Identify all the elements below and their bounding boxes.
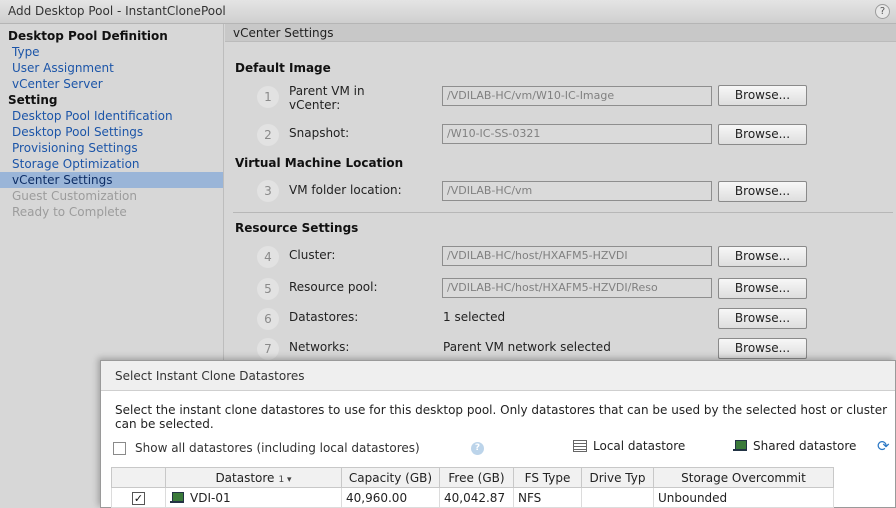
datastore-cell: VDI-01	[165, 487, 342, 508]
nav-item-storage-optimization[interactable]: Storage Optimization	[0, 156, 223, 172]
column-header-drive-type[interactable]: Drive Typ	[581, 467, 654, 488]
show-all-datastores-checkbox[interactable]	[113, 442, 126, 455]
vm-folder-field: /VDILAB-HC/vm	[442, 181, 712, 201]
parent-vm-field: /VDILAB-HC/vm/W10-IC-Image	[442, 86, 712, 106]
field-label-datastores: Datastores:	[289, 310, 359, 324]
sort-indicator: 1 ▾	[278, 474, 292, 485]
snapshot-field: /W10-IC-SS-0321	[442, 124, 712, 144]
dialog-description: Select the instant clone datastores to u…	[115, 403, 888, 431]
field-label-networks: Networks:	[289, 340, 350, 354]
browse-cluster-button[interactable]: Browse...	[718, 246, 807, 267]
browse-vm-folder-button[interactable]: Browse...	[718, 181, 807, 202]
nav-item-provisioning-settings[interactable]: Provisioning Settings	[0, 140, 223, 156]
legend-local-label: Local datastore	[593, 439, 686, 453]
window-title: Add Desktop Pool - InstantClonePool	[8, 4, 226, 18]
nav-item-vcenter-settings[interactable]: vCenter Settings	[0, 172, 223, 188]
browse-parent-vm-button[interactable]: Browse...	[718, 85, 807, 106]
panel-title: vCenter Settings	[225, 24, 896, 42]
column-header-capacity[interactable]: Capacity (GB)	[341, 467, 440, 488]
legend-shared-label: Shared datastore	[753, 439, 857, 453]
refresh-icon[interactable]: ⟳	[877, 437, 890, 455]
window-titlebar: Add Desktop Pool - InstantClonePool ?	[0, 0, 896, 24]
networks-value: Parent VM network selected	[443, 340, 611, 354]
browse-networks-button[interactable]: Browse...	[718, 338, 807, 359]
field-label-resource-pool: Resource pool:	[289, 280, 378, 294]
cluster-field: /VDILAB-HC/host/HXAFM5-HZVDI	[442, 246, 712, 266]
shared-datastore-icon	[170, 491, 184, 504]
resource-pool-field: /VDILAB-HC/host/HXAFM5-HZVDI/Reso	[442, 278, 712, 298]
browse-snapshot-button[interactable]: Browse...	[718, 124, 807, 145]
section-divider	[233, 212, 893, 213]
table-header-row: Datastore 1 ▾ Capacity (GB) Free (GB) FS …	[111, 467, 834, 488]
drive-type-cell	[581, 487, 654, 508]
browse-datastores-button[interactable]: Browse...	[718, 308, 807, 329]
datastore-name: VDI-01	[190, 490, 231, 505]
step-number: 5	[257, 278, 279, 300]
step-number: 4	[257, 246, 279, 268]
legend-local: Local datastore	[573, 439, 685, 453]
column-header-free[interactable]: Free (GB)	[439, 467, 514, 488]
fs-type-cell: NFS	[513, 487, 582, 508]
step-number: 6	[257, 308, 279, 330]
free-cell: 40,042.87	[439, 487, 514, 508]
row-select-cell: ✓	[111, 487, 166, 508]
nav-section-header: Desktop Pool Definition	[8, 29, 168, 43]
datastore-table: Datastore 1 ▾ Capacity (GB) Free (GB) FS …	[111, 467, 834, 508]
show-all-datastores-label[interactable]: Show all datastores (including local dat…	[135, 441, 420, 455]
nav-item-user-assignment[interactable]: User Assignment	[0, 60, 223, 76]
dialog-title: Select Instant Clone Datastores	[101, 361, 895, 391]
step-number: 1	[257, 86, 279, 108]
column-header-select	[111, 467, 166, 488]
field-label-vm-folder: VM folder location:	[289, 183, 402, 197]
datastores-value: 1 selected	[443, 310, 506, 324]
table-row[interactable]: ✓ VDI-01 40,960.00 40,042.87 NFS Unbound…	[111, 487, 834, 508]
overcommit-cell[interactable]: Unbounded	[653, 487, 834, 508]
select-datastores-dialog: Select Instant Clone Datastores Select t…	[100, 360, 896, 508]
nav-item-guest-customization: Guest Customization	[12, 189, 138, 203]
nav-item-ready-to-complete: Ready to Complete	[12, 205, 127, 219]
nav-item-vcenter-server[interactable]: vCenter Server	[0, 76, 223, 92]
nav-item-pool-identification[interactable]: Desktop Pool Identification	[0, 108, 223, 124]
help-icon[interactable]: ?	[471, 442, 484, 455]
section-resource-settings: Resource Settings	[235, 221, 359, 235]
column-header-storage-overcommit[interactable]: Storage Overcommit	[653, 467, 834, 488]
step-number: 2	[257, 124, 279, 146]
nav-item-pool-settings[interactable]: Desktop Pool Settings	[0, 124, 223, 140]
browse-resource-pool-button[interactable]: Browse...	[718, 278, 807, 299]
row-checkbox[interactable]: ✓	[132, 491, 145, 505]
column-header-fs-type[interactable]: FS Type	[513, 467, 582, 488]
legend-shared: Shared datastore	[733, 439, 856, 453]
shared-datastore-icon	[733, 440, 747, 452]
section-default-image: Default Image	[235, 61, 331, 75]
field-label-parent-vm: Parent VM in vCenter:	[289, 84, 365, 112]
column-header-datastore[interactable]: Datastore 1 ▾	[165, 467, 342, 488]
section-vm-location: Virtual Machine Location	[235, 156, 404, 170]
local-datastore-icon	[573, 440, 587, 452]
step-number: 3	[257, 180, 279, 202]
column-header-datastore-label: Datastore	[215, 470, 275, 485]
capacity-cell: 40,960.00	[341, 487, 440, 508]
field-label-cluster: Cluster:	[289, 248, 336, 262]
field-label-snapshot: Snapshot:	[289, 126, 350, 140]
nav-item-type[interactable]: Type	[0, 44, 223, 60]
nav-section-header: Setting	[8, 93, 58, 107]
help-icon[interactable]: ?	[875, 4, 890, 19]
step-number: 7	[257, 338, 279, 360]
